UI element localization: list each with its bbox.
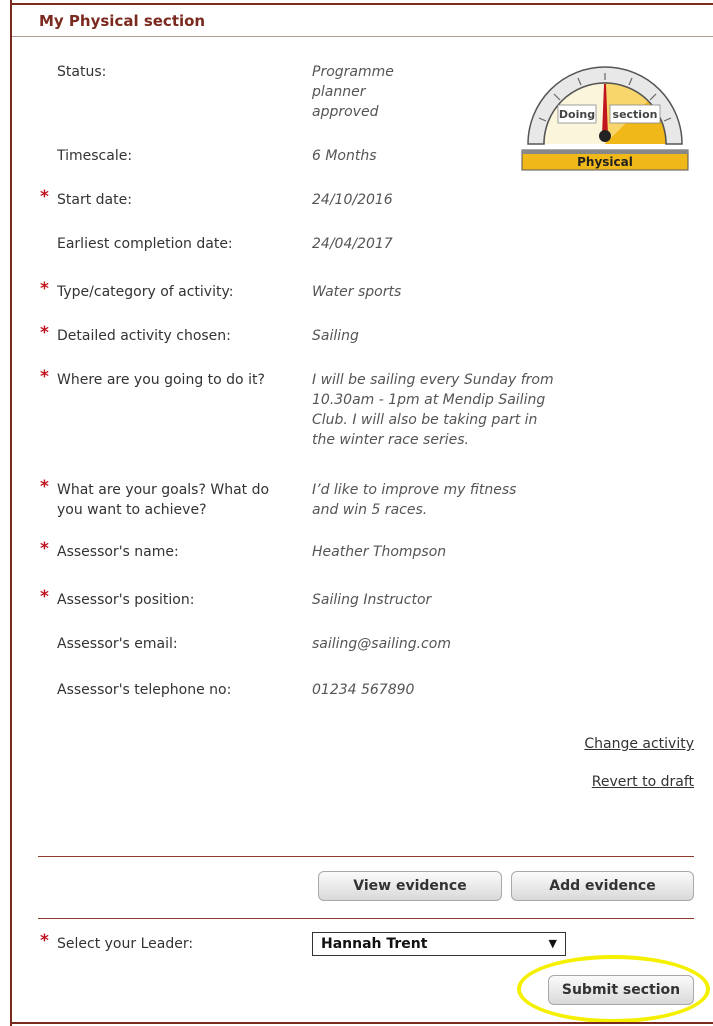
field-label: What are your goals? What do you want to… (57, 482, 270, 518)
required-marker: * (40, 279, 49, 299)
field-value: Sailing Instructor (312, 592, 432, 608)
field-label: Status: (57, 64, 107, 80)
view-evidence-button[interactable]: View evidence (318, 871, 502, 901)
revert-to-draft-link[interactable]: Revert to draft (592, 774, 694, 790)
field-label: Assessor's telephone no: (57, 682, 232, 698)
section-title: My Physical section (39, 12, 206, 30)
left-border (10, 0, 12, 1026)
field-value: 24/04/2017 (312, 236, 393, 252)
add-evidence-button[interactable]: Add evidence (511, 871, 694, 901)
field-value: Water sports (312, 284, 402, 300)
gauge-label-left: Doing (559, 108, 595, 121)
bottom-border (12, 1022, 713, 1024)
change-activity-link[interactable]: Change activity (584, 736, 694, 752)
required-marker: * (40, 187, 49, 207)
required-marker: * (40, 587, 49, 607)
field-label: Start date: (57, 192, 132, 208)
field-value: I’d like to improve my fitness and win 5… (312, 482, 517, 518)
field-value: 01234 567890 (312, 682, 415, 698)
leader-label: Select your Leader: (57, 936, 194, 952)
dropdown-arrow-icon: ▼ (548, 937, 557, 950)
field-value: I will be sailing every Sunday from 10.3… (312, 372, 554, 448)
required-marker: * (40, 931, 49, 951)
gauge-banner: Physical (577, 155, 633, 169)
header-divider (12, 36, 713, 37)
gauge-label-right: section (613, 108, 658, 121)
leader-selected-value: Hannah Trent (321, 936, 428, 952)
divider (38, 856, 694, 857)
field-value: Programme planner approved (312, 64, 394, 120)
field-value: Heather Thompson (312, 544, 447, 560)
field-label: Where are you going to do it? (57, 372, 265, 388)
top-border (10, 3, 713, 5)
leader-select[interactable]: Hannah Trent ▼ (312, 932, 566, 956)
field-value: 6 Months (312, 148, 377, 164)
submit-section-button[interactable]: Submit section (548, 975, 694, 1005)
field-label: Assessor's email: (57, 636, 178, 652)
field-value: 24/10/2016 (312, 192, 393, 208)
field-label: Type/category of activity: (57, 284, 234, 300)
divider (38, 918, 694, 919)
field-value: sailing@sailing.com (312, 636, 451, 652)
required-marker: * (40, 477, 49, 497)
field-label: Earliest completion date: (57, 236, 233, 252)
required-marker: * (40, 539, 49, 559)
field-label: Assessor's position: (57, 592, 195, 608)
field-label: Detailed activity chosen: (57, 328, 231, 344)
required-marker: * (40, 367, 49, 387)
field-label: Timescale: (57, 148, 133, 164)
field-value: Sailing (312, 328, 359, 344)
field-label: Assessor's name: (57, 544, 179, 560)
required-marker: * (40, 323, 49, 343)
